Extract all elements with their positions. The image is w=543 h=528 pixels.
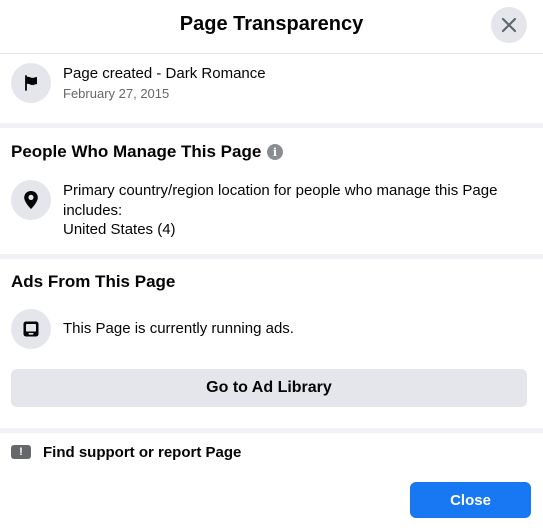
report-label: Find support or report Page	[43, 443, 242, 461]
find-support-report-link[interactable]: ! Find support or report Page	[11, 442, 241, 462]
managers-section-title: People Who Manage This Page	[11, 142, 262, 161]
ads-status-text: This Page is currently running ads.	[63, 320, 294, 337]
close-icon	[501, 17, 517, 33]
info-icon[interactable]: i	[267, 144, 283, 160]
managers-countries: United States (4)	[63, 221, 176, 238]
go-to-ad-library-button[interactable]: Go to Ad Library	[11, 369, 527, 407]
page-created-date: February 27, 2015	[63, 86, 170, 101]
dialog-title: Page Transparency	[179, 13, 364, 35]
section-separator	[0, 254, 543, 259]
flag-icon	[25, 75, 37, 91]
ads-section-title: Ads From This Page	[11, 272, 176, 291]
page-transparency-dialog: Page Transparency Page created - Dark Ro…	[0, 0, 543, 528]
managers-location-description: Primary country/region location for peop…	[63, 182, 498, 219]
dialog-header: Page Transparency	[0, 0, 543, 54]
close-button[interactable]: Close	[410, 482, 531, 518]
close-icon-button[interactable]	[491, 7, 527, 43]
location-icon-wrap	[11, 180, 51, 220]
ads-icon-wrap	[11, 309, 51, 349]
location-pin-icon	[24, 191, 38, 209]
report-icon: !	[11, 445, 31, 459]
page-created-icon-wrap	[11, 63, 51, 103]
section-separator	[0, 123, 543, 128]
section-separator	[0, 428, 543, 433]
page-created-label: Page created - Dark Romance	[63, 65, 266, 82]
ad-screen-icon	[23, 321, 39, 337]
